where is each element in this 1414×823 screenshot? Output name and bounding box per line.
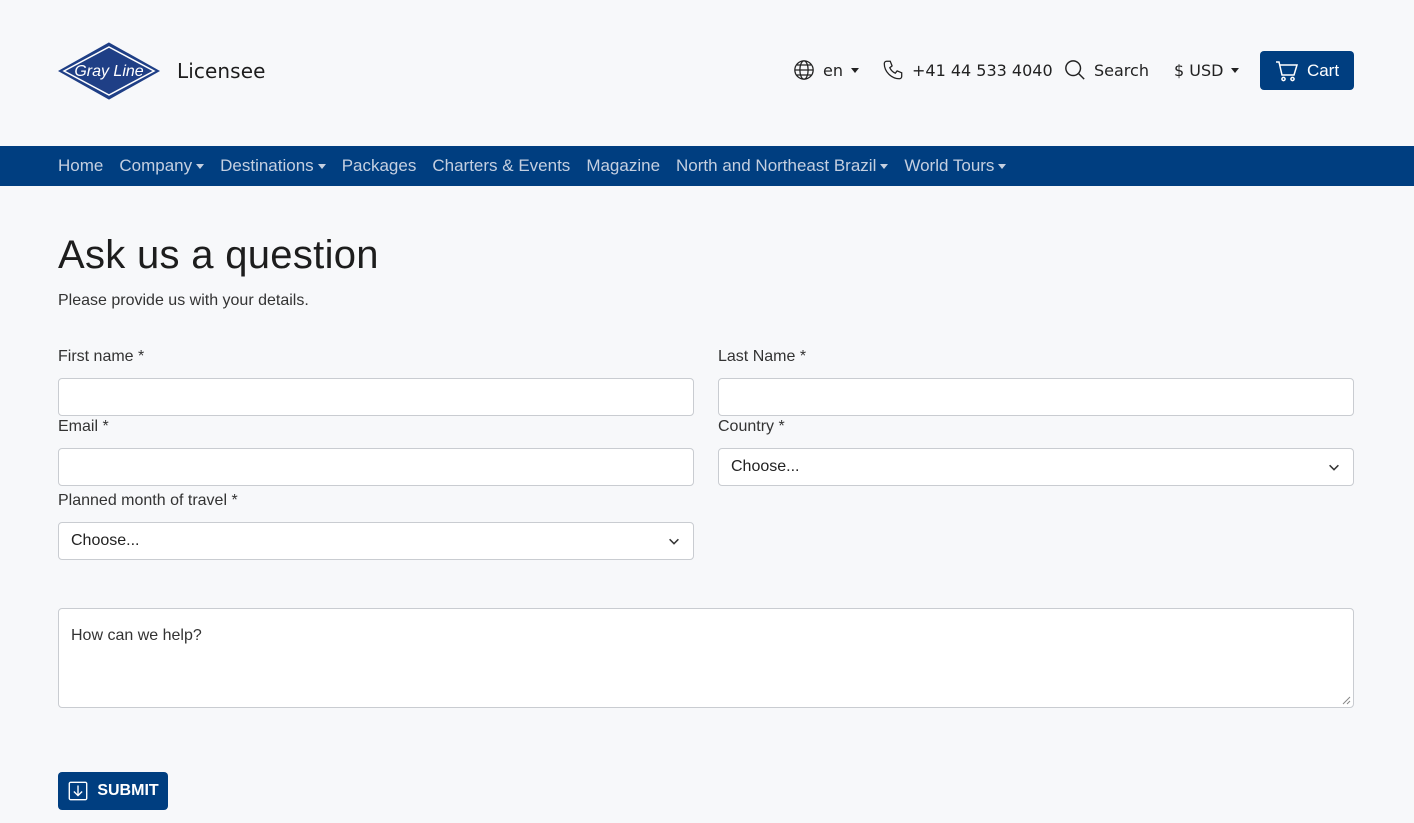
first-name-label: First name * [58,348,145,365]
search-icon [1065,60,1085,80]
page-subtitle: Please provide us with your details. [58,292,309,309]
nav-item-label: Packages [341,156,417,175]
nav-item-north-and-northeast-brazil[interactable]: North and Northeast Brazil [676,156,889,176]
cart-icon [1275,60,1298,81]
caret-down-icon [1231,68,1240,73]
phone-number: +41 44 533 4040 [912,60,1053,80]
email-input[interactable] [58,448,694,486]
caret-down-icon [998,164,1007,169]
country-label: Country * [718,418,785,435]
nav-item-charters-events[interactable]: Charters & Events [432,156,570,176]
nav-item-label: North and Northeast Brazil [676,156,877,175]
travel-month-select[interactable]: Choose... [58,522,694,560]
resize-handle-icon[interactable] [1341,695,1351,705]
last-name-input[interactable] [718,378,1354,416]
nav-item-label: World Tours [904,156,995,175]
cart-label: Cart [1306,60,1340,80]
phone-link[interactable]: +41 44 533 4040 [882,51,1053,89]
message-placeholder: How can we help? [71,627,202,644]
download-icon [68,781,88,801]
nav-item-label: Magazine [586,156,661,175]
search-label: Search [1094,60,1149,80]
nav-item-home[interactable]: Home [58,156,103,176]
last-name-label: Last Name * [718,348,807,365]
logo-wordmark: Gray Line [74,63,143,80]
nav-item-magazine[interactable]: Magazine [586,156,660,176]
travel-month-selected-value: Choose... [71,532,140,549]
cart-button[interactable]: Cart [1260,51,1354,90]
country-select[interactable]: Choose... [718,448,1354,486]
phone-icon [883,60,903,80]
nav-list: Home Company Destinations Packages Charters … [58,146,1022,186]
travel-month-label: Planned month of travel * [58,492,238,509]
nav-item-label: Home [58,156,104,175]
nav-item-label: Destinations [220,156,314,175]
currency-label: $ USD [1174,60,1224,80]
search-button[interactable]: Search [1064,51,1149,89]
nav-item-label: Charters & Events [432,156,571,175]
page-title: Ask us a question [58,233,379,277]
licensee-label: Licensee [177,59,266,83]
caret-down-icon [880,164,889,169]
nav-item-destinations[interactable]: Destinations [220,156,326,176]
message-textarea[interactable]: How can we help? [58,608,1354,708]
caret-down-icon [317,164,326,169]
nav-item-label: Company [119,156,193,175]
caret-down-icon [196,164,205,169]
language-label: en [823,60,843,80]
chevron-down-icon [669,538,679,545]
globe-icon [794,60,814,80]
first-name-input[interactable] [58,378,694,416]
main-navigation: Home Company Destinations Packages Charters … [0,146,1414,186]
nav-item-world-tours[interactable]: World Tours [904,156,1007,176]
submit-label: SUBMIT [97,782,159,799]
nav-item-packages[interactable]: Packages [342,156,417,176]
language-selector[interactable]: en [793,51,859,89]
site-header: Gray Line Licensee en +41 44 533 4040 Se… [0,0,1414,146]
country-selected-value: Choose... [731,458,800,475]
caret-down-icon [850,68,859,73]
email-label: Email * [58,418,109,435]
grayline-logo[interactable]: Gray Line [57,42,161,100]
currency-selector[interactable]: $ USD [1174,51,1240,89]
nav-item-company[interactable]: Company [119,156,205,176]
submit-button[interactable]: SUBMIT [58,772,168,810]
chevron-down-icon [1329,464,1339,471]
